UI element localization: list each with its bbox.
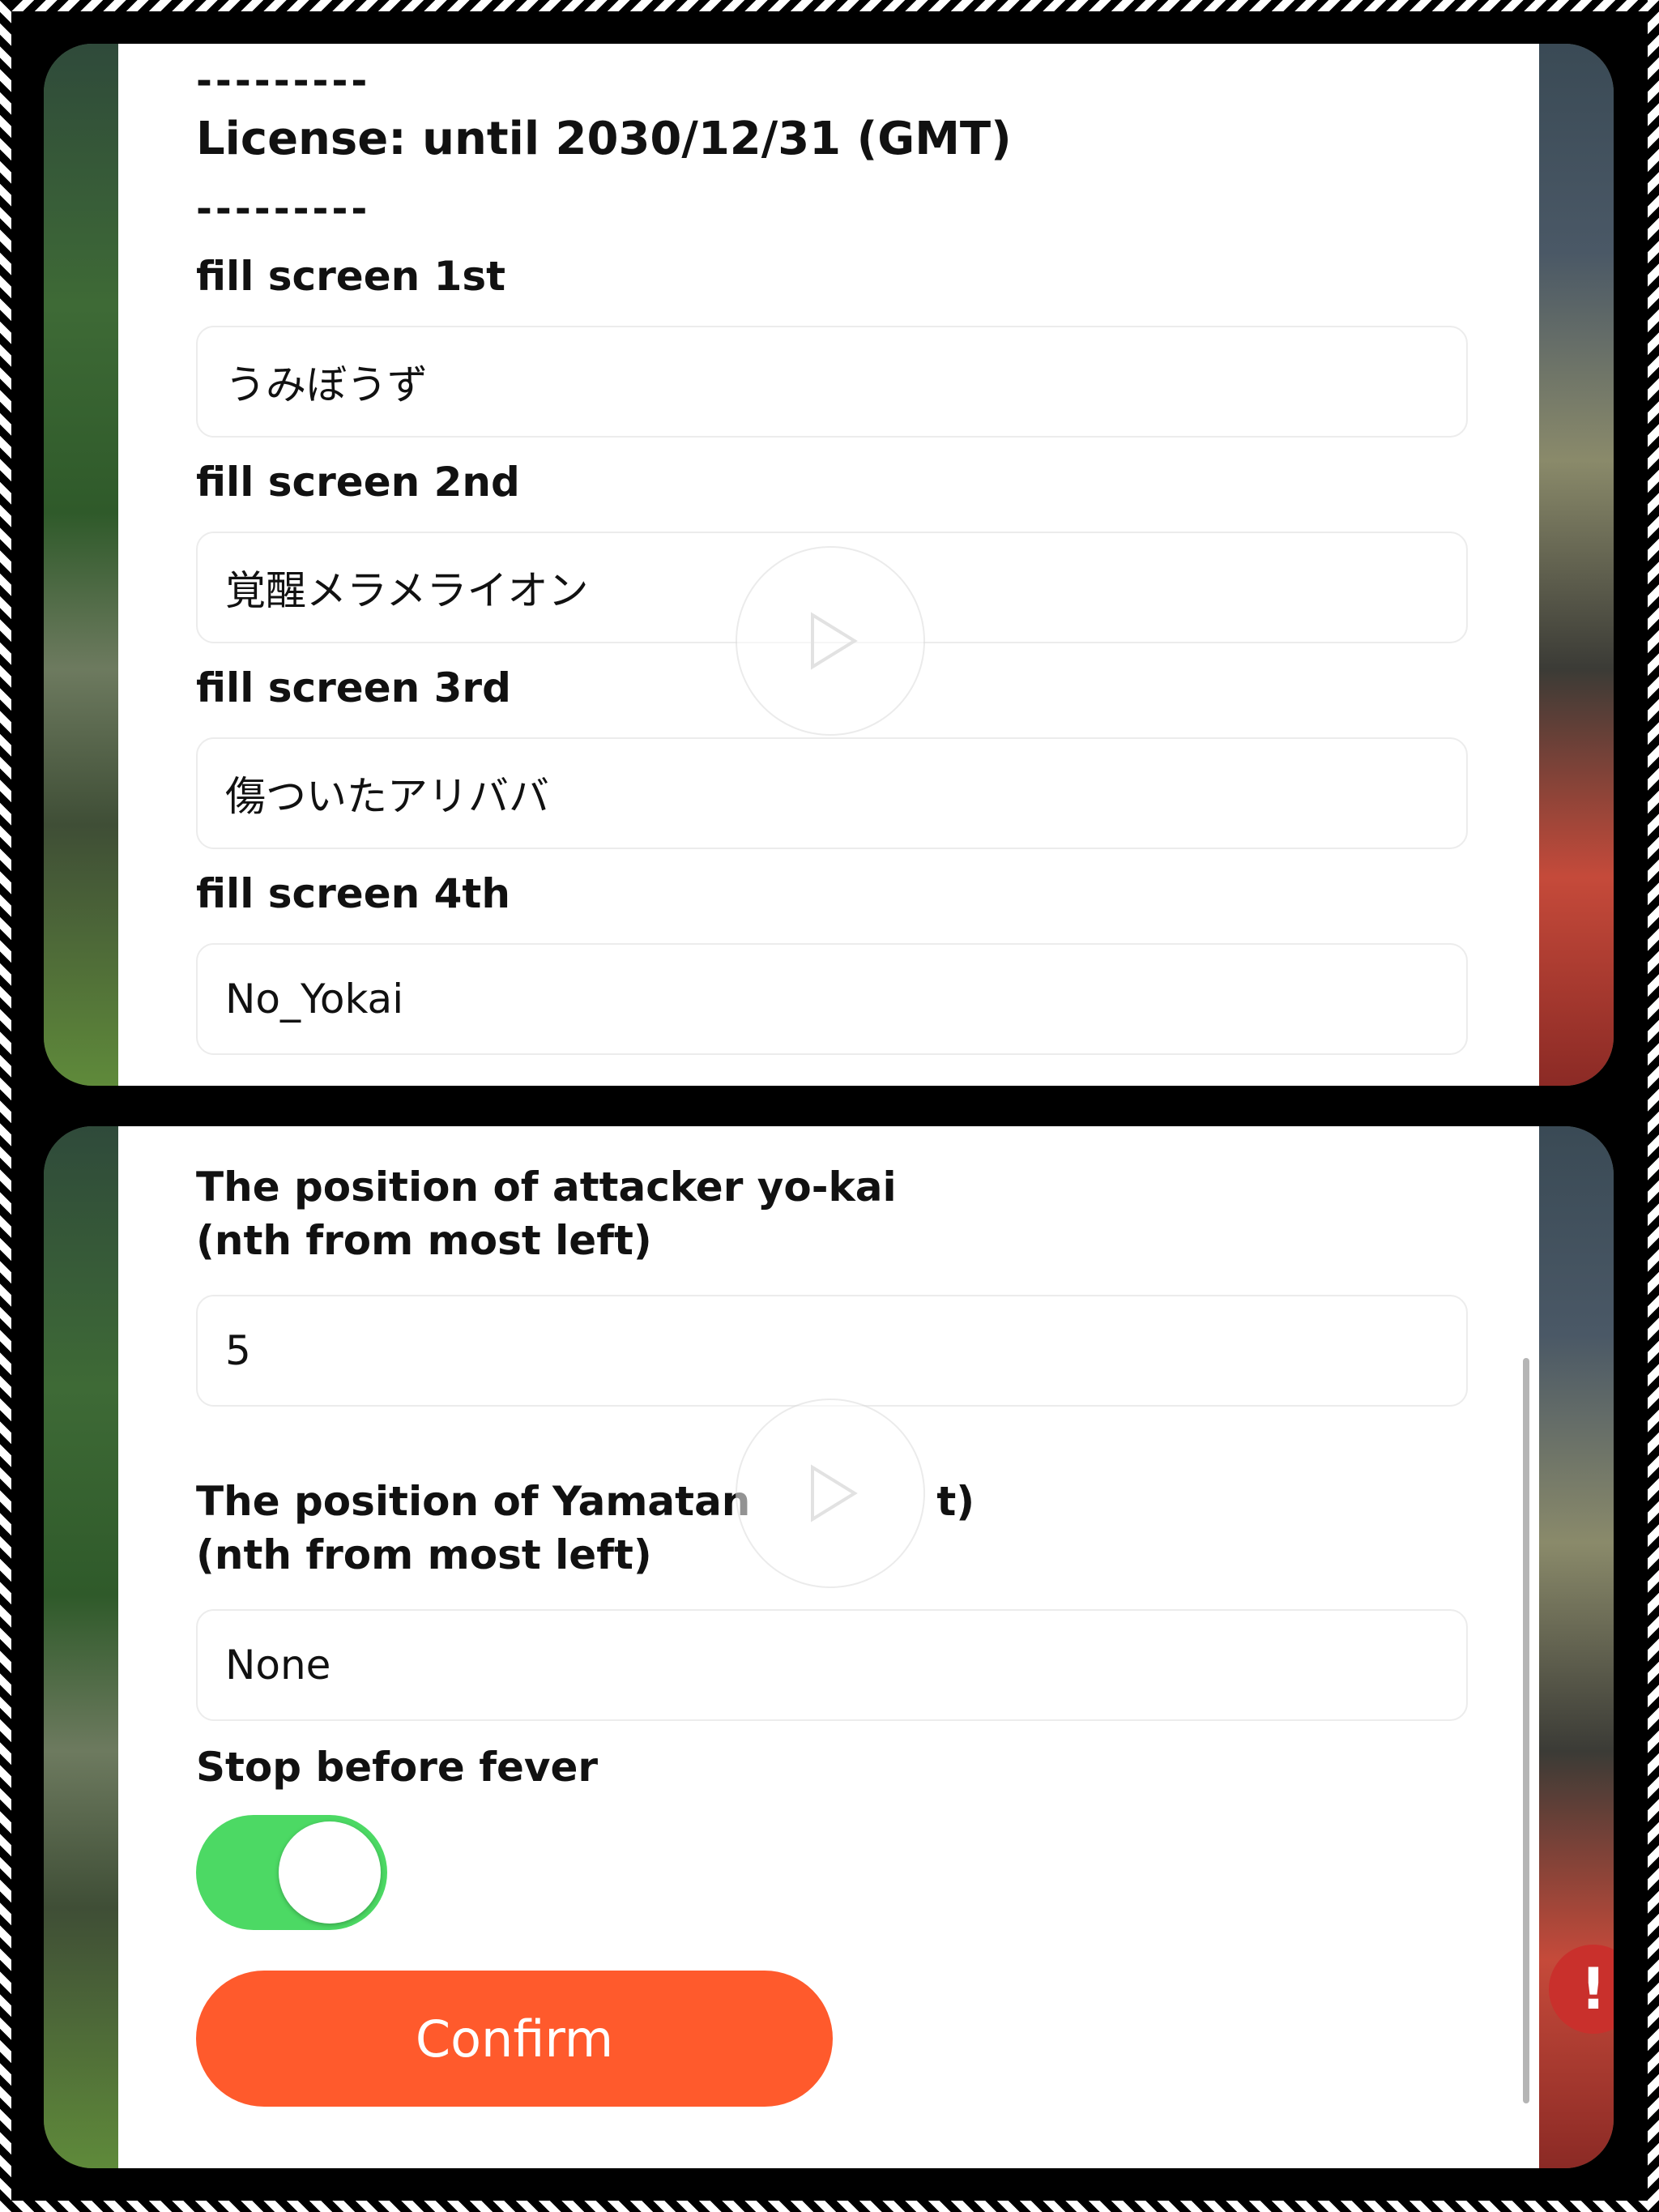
play-icon[interactable]	[736, 546, 925, 736]
play-triangle-icon	[811, 612, 858, 670]
attacker-position-label: The position of attacker yo-kai (nth fro…	[196, 1160, 897, 1267]
fill-screen-3rd-label: fill screen 3rd	[196, 664, 511, 711]
attacker-position-input[interactable]: 5	[196, 1295, 1468, 1407]
game-background-right	[1539, 44, 1614, 1086]
yamatan-position-value: None	[225, 1642, 331, 1689]
stop-before-fever-label: Stop before fever	[196, 1744, 599, 1791]
license-text: License: until 2030/12/31 (GMT)	[196, 113, 1012, 165]
play-triangle-icon	[811, 1464, 858, 1522]
attacker-label-line2: (nth from most left)	[196, 1217, 652, 1264]
fill-screen-4th-input[interactable]: No_Yokai	[196, 943, 1468, 1055]
alert-icon[interactable]: !	[1549, 1945, 1614, 2034]
fill-screen-2nd-value: 覚醒メラメライオン	[225, 567, 589, 614]
yamatan-position-input[interactable]: None	[196, 1609, 1468, 1721]
fill-screen-4th-value: No_Yokai	[225, 976, 404, 1023]
scrollbar[interactable]	[1523, 1358, 1529, 2103]
attacker-label-line1: The position of attacker yo-kai	[196, 1164, 897, 1211]
frame-edge-left	[0, 0, 11, 2212]
play-icon[interactable]	[736, 1399, 925, 1588]
fill-screen-1st-input[interactable]: うみぼうず	[196, 326, 1468, 438]
fill-screen-1st-value: うみぼうず	[225, 361, 428, 408]
divider-dashes: ---------	[196, 186, 371, 232]
fill-screen-3rd-value: 傷ついたアリババ	[225, 773, 549, 820]
game-background-left	[44, 44, 118, 1086]
frame-edge-right	[1648, 0, 1659, 2212]
confirm-button[interactable]: Confirm	[196, 1971, 833, 2107]
frame-edge-bottom	[0, 2201, 1659, 2212]
screenshot-bottom: ! The position of attacker yo-kai (nth f…	[44, 1126, 1614, 2168]
game-background-left	[44, 1126, 118, 2168]
frame-edge-top	[0, 0, 1659, 11]
attacker-position-value: 5	[225, 1327, 251, 1374]
fill-screen-1st-label: fill screen 1st	[196, 253, 506, 300]
stop-before-fever-toggle[interactable]	[196, 1815, 387, 1930]
screenshot-top: --------- License: until 2030/12/31 (GMT…	[44, 44, 1614, 1086]
yamatan-label-line1-end: t)	[936, 1478, 975, 1525]
yamatan-label-line1-start: The position of Yamatan	[196, 1478, 751, 1525]
game-background-right: !	[1539, 1126, 1614, 2168]
toggle-knob	[279, 1821, 381, 1924]
divider-dashes: ---------	[196, 58, 371, 104]
settings-panel-top: --------- License: until 2030/12/31 (GMT…	[118, 44, 1539, 1086]
fill-screen-3rd-input[interactable]: 傷ついたアリババ	[196, 737, 1468, 849]
settings-panel-bottom: The position of attacker yo-kai (nth fro…	[118, 1126, 1539, 2168]
fill-screen-2nd-label: fill screen 2nd	[196, 459, 520, 506]
fill-screen-4th-label: fill screen 4th	[196, 870, 510, 917]
